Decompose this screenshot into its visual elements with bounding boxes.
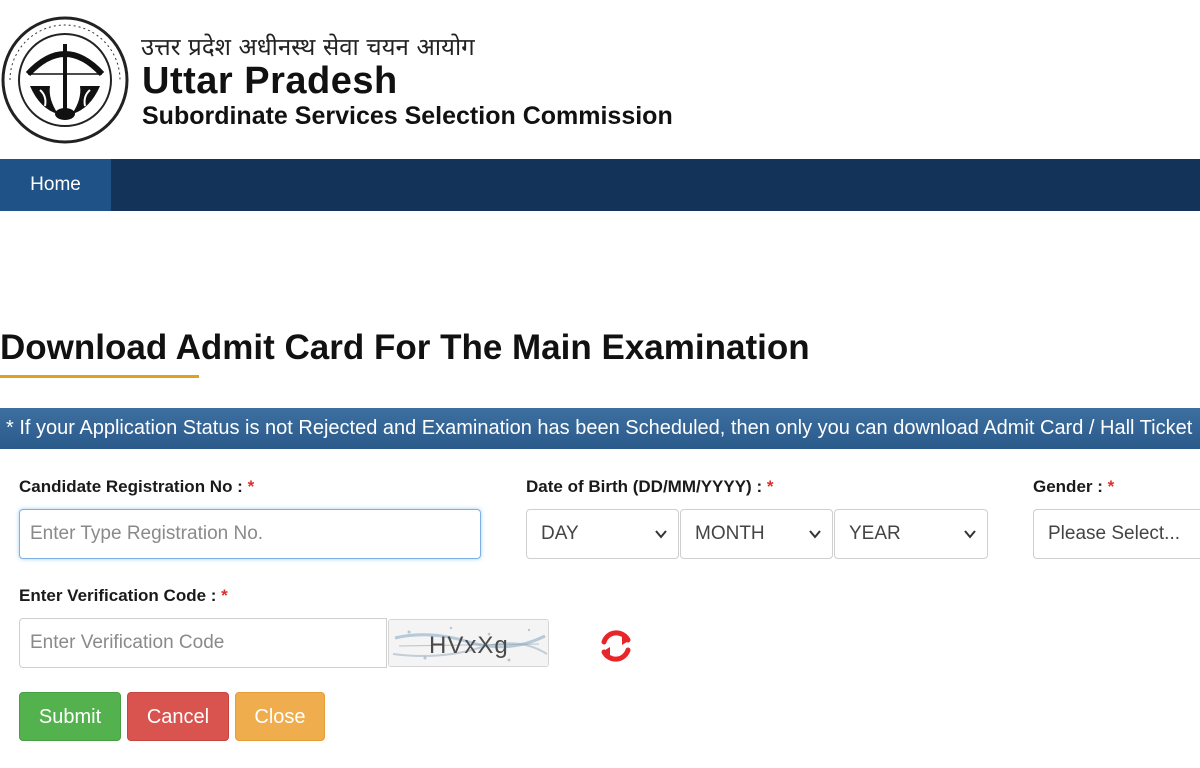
required-mark: * <box>221 586 228 605</box>
org-title-hindi: उत्तर प्रदेश अधीनस्थ सेवा चयन आयोग <box>141 33 475 61</box>
title-underline <box>0 375 199 378</box>
gender-label: Gender : * <box>1033 477 1114 497</box>
main-navbar: Home <box>0 159 1200 211</box>
dob-day-select[interactable]: DAY <box>526 509 679 559</box>
gender-select[interactable]: Please Select... <box>1033 509 1200 559</box>
gender-label-text: Gender : <box>1033 477 1103 496</box>
uttar-pradesh-emblem-icon <box>1 16 129 144</box>
dob-month-value: MONTH <box>695 523 765 544</box>
verification-code-input[interactable] <box>19 618 387 668</box>
dob-year-select[interactable]: YEAR <box>834 509 988 559</box>
captcha-noise: HVxXg <box>389 620 548 666</box>
org-title: Uttar Pradesh <box>142 60 398 102</box>
refresh-icon[interactable] <box>596 626 636 666</box>
registration-label: Candidate Registration No : * <box>19 477 254 497</box>
cancel-button[interactable]: Cancel <box>127 692 229 741</box>
registration-label-text: Candidate Registration No : <box>19 477 243 496</box>
captcha-text: HVxXg <box>429 632 509 659</box>
required-mark: * <box>1107 477 1115 496</box>
chevron-down-icon <box>809 530 821 539</box>
nav-item-home[interactable]: Home <box>0 159 111 211</box>
chevron-down-icon <box>964 530 976 539</box>
notice-banner: * If your Application Status is not Reje… <box>0 408 1200 449</box>
chevron-down-icon <box>655 530 667 539</box>
dob-label-text: Date of Birth (DD/MM/YYYY) : <box>526 477 763 496</box>
org-subtitle: Subordinate Services Selection Commissio… <box>142 102 673 130</box>
verification-label: Enter Verification Code : * <box>19 586 228 606</box>
captcha-image: HVxXg <box>388 619 549 667</box>
registration-number-input[interactable] <box>19 509 481 559</box>
submit-button[interactable]: Submit <box>19 692 121 741</box>
dob-year-value: YEAR <box>849 523 901 544</box>
dob-month-select[interactable]: MONTH <box>680 509 833 559</box>
page-title: Download Admit Card For The Main Examina… <box>0 328 810 367</box>
dob-label: Date of Birth (DD/MM/YYYY) : * <box>526 477 773 497</box>
required-mark: * <box>766 477 774 496</box>
close-button[interactable]: Close <box>235 692 325 741</box>
required-mark: * <box>247 477 255 496</box>
dob-day-value: DAY <box>541 523 579 544</box>
gender-value: Please Select... <box>1048 523 1181 544</box>
verification-label-text: Enter Verification Code : <box>19 586 217 605</box>
site-header: उत्तर प्रदेश अधीनस्थ सेवा चयन आयोग Uttar… <box>0 0 1200 159</box>
